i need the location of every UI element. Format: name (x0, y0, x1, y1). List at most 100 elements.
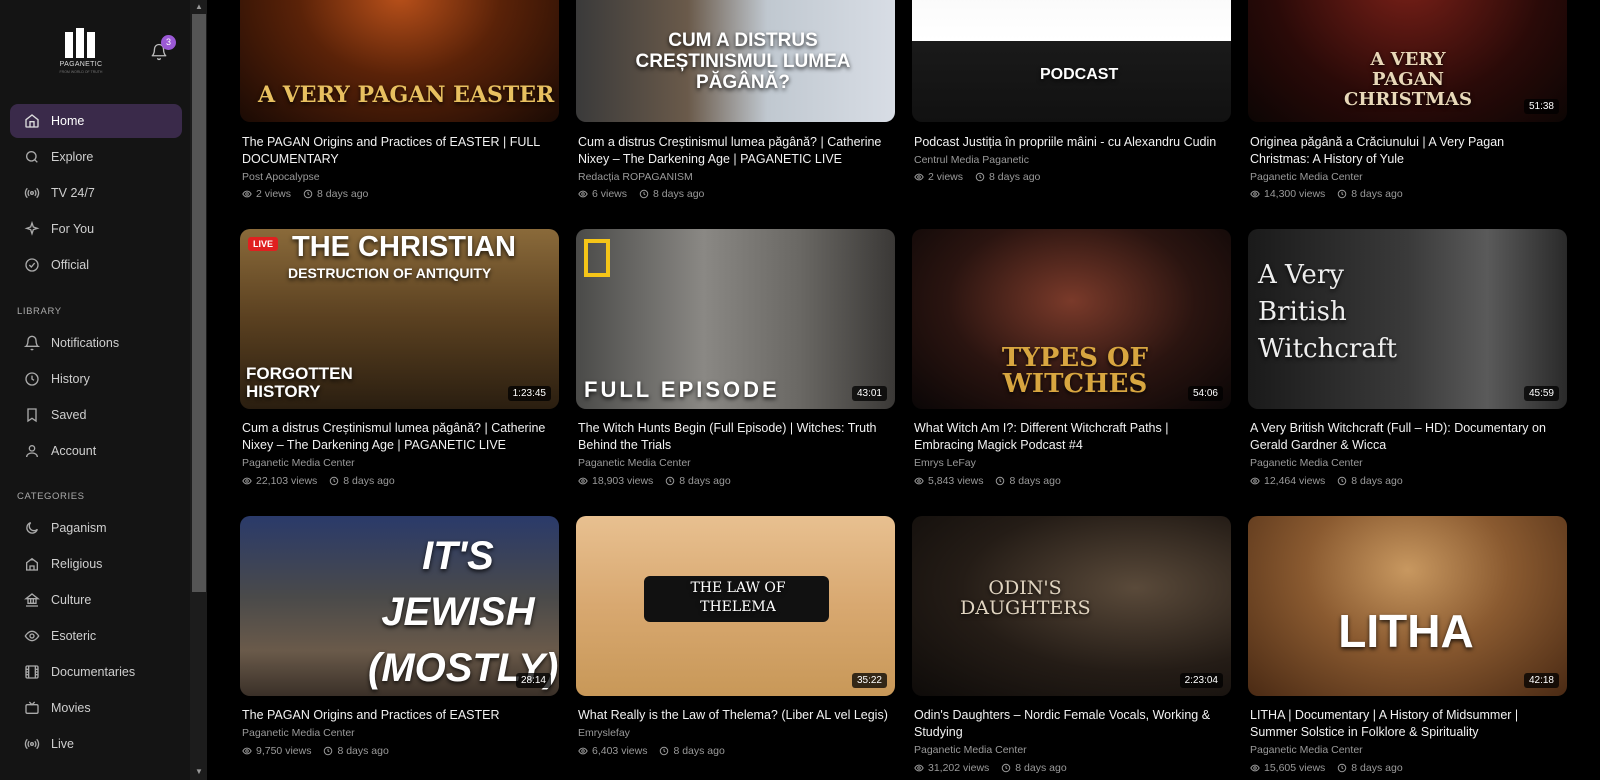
video-title[interactable]: The PAGAN Origins and Practices of EASTE… (242, 707, 558, 724)
channel-name[interactable]: Paganetic Media Center (1250, 744, 1363, 756)
view-count: 2 views (928, 171, 964, 183)
video-thumbnail[interactable]: FULL EPISODE 43:01 (576, 229, 895, 409)
nav-item-history[interactable]: History (10, 362, 182, 396)
clock-icon (996, 476, 1005, 486)
video-title[interactable]: A Very British Witchcraft (Full – HD): D… (1250, 420, 1566, 454)
video-duration: 1:23:45 (507, 386, 551, 401)
upload-age: 8 days ago (1351, 188, 1403, 200)
eye-icon (1250, 477, 1260, 485)
channel-name[interactable]: Paganetic Media Center (1250, 171, 1363, 183)
video-thumbnail[interactable]: IT'S JEWISH (MOSTLY) 28:14 (240, 516, 559, 696)
channel-name[interactable]: Paganetic Media Center (1250, 457, 1363, 469)
eye-icon (242, 190, 252, 198)
video-title[interactable]: What Witch Am I?: Different Witchcraft P… (914, 420, 1230, 454)
video-duration: 45:59 (1523, 386, 1559, 401)
temple-icon (26, 557, 38, 571)
eye-icon (914, 173, 924, 181)
nav-item-culture[interactable]: Culture (10, 583, 182, 617)
video-thumbnail[interactable]: A VERY PAGAN CHRISTMAS 51:38 (1248, 0, 1567, 122)
nav-item-paganism[interactable]: Paganism (10, 511, 182, 545)
video-title[interactable]: Cum a distrus Creștinismul lumea păgână?… (578, 134, 894, 168)
nav-label: Movies (51, 701, 91, 715)
nav-item-religious[interactable]: Religious (10, 547, 182, 581)
eye-icon (24, 630, 40, 642)
nav-label: Account (51, 444, 97, 458)
upload-age: 8 days ago (653, 188, 705, 200)
view-count: 6,403 views (592, 745, 648, 757)
video-title[interactable]: Podcast Justiția în propriile mâini - cu… (914, 134, 1230, 151)
channel-name[interactable]: Centrul Media Paganetic (914, 154, 1029, 166)
nav-label: TV 24/7 (51, 186, 95, 200)
eye-icon (578, 477, 588, 485)
channel-name[interactable]: Emryslefay (578, 727, 630, 739)
video-meta: 6 views 8 days ago (578, 188, 704, 200)
nav-label: Culture (51, 593, 92, 607)
clock-icon (330, 476, 339, 486)
video-meta: 6,403 views 8 days ago (578, 745, 725, 757)
nav-label: For You (51, 222, 95, 236)
channel-name[interactable]: Paganetic Media Center (242, 727, 355, 739)
video-thumbnail[interactable]: A VERY PAGAN EASTER (240, 0, 559, 122)
video-title[interactable]: The PAGAN Origins and Practices of EASTE… (242, 134, 558, 168)
thumbnail-text: PODCAST (1040, 66, 1119, 83)
brand-name: PAGANETIC (59, 61, 103, 68)
video-thumbnail[interactable]: CUM A DISTRUS CREȘTINISMUL LUMEA PĂGÂNĂ? (576, 0, 895, 122)
channel-name[interactable]: Redacția ROPAGANISM (578, 171, 693, 183)
nav-item-home[interactable]: Home (10, 104, 182, 138)
brand-tagline: FROM WORLD OF TRUTH (59, 70, 103, 74)
nav-item-tv[interactable]: TV 24/7 (10, 176, 182, 210)
thumbnail-text: A Very British Witchcraft (1258, 260, 1397, 364)
check-circle-icon (25, 258, 39, 272)
clock-icon (975, 172, 985, 182)
nav-item-live[interactable]: Live (10, 727, 182, 761)
channel-name[interactable]: Emrys LeFay (914, 457, 976, 469)
video-thumbnail[interactable]: LITHA 42:18 (1248, 516, 1567, 696)
broadcast-icon (24, 187, 40, 199)
nav-item-esoteric[interactable]: Esoteric (10, 619, 182, 653)
scrollbar-thumb[interactable] (192, 14, 206, 592)
upload-age: 8 days ago (1009, 475, 1061, 487)
nav-item-explore[interactable]: Explore (10, 140, 182, 174)
video-title[interactable]: The Witch Hunts Begin (Full Episode) | W… (578, 420, 894, 454)
paganetic-logo[interactable]: PAGANETIC FROM WORLD OF TRUTH (58, 28, 104, 74)
video-thumbnail[interactable]: A Very British Witchcraft 45:59 (1248, 229, 1567, 409)
nav-item-account[interactable]: Account (10, 434, 182, 468)
nav-item-documentaries[interactable]: Documentaries (10, 655, 182, 689)
upload-age: 8 days ago (989, 171, 1041, 183)
video-thumbnail[interactable]: PODCAST (912, 0, 1231, 122)
video-thumbnail[interactable]: THE LAW OF THELEMA 35:22 (576, 516, 895, 696)
channel-name[interactable]: Paganetic Media Center (578, 457, 691, 469)
channel-name[interactable]: Paganetic Media Center (914, 744, 1027, 756)
video-thumbnail[interactable]: ODIN'S DAUGHTERS 2:23:04 (912, 516, 1231, 696)
channel-name[interactable]: Paganetic Media Center (242, 457, 355, 469)
nav-item-for-you[interactable]: For You (10, 212, 182, 246)
video-meta: 18,903 views 8 days ago (578, 475, 731, 487)
video-thumbnail[interactable]: LIVE THE CHRISTIAN DESTRUCTION OF ANTIQU… (240, 229, 559, 409)
video-duration: 42:18 (1523, 673, 1559, 688)
eye-icon (914, 764, 924, 772)
view-count: 14,300 views (1264, 188, 1326, 200)
video-title[interactable]: Odin's Daughters – Nordic Female Vocals,… (914, 707, 1230, 741)
video-title[interactable]: Cum a distrus Creștinismul lumea păgână?… (242, 420, 558, 454)
nav-item-official[interactable]: Official (10, 248, 182, 282)
library-heading: LIBRARY (17, 306, 62, 317)
video-title[interactable]: Originea păgână a Crăciunului | A Very P… (1250, 134, 1566, 168)
thumbnail-text: THE CHRISTIAN (292, 231, 516, 263)
channel-logo-icon (584, 239, 610, 277)
video-title[interactable]: LITHA | Documentary | A History of Midsu… (1250, 707, 1566, 741)
view-count: 5,843 views (928, 475, 984, 487)
nav-item-movies[interactable]: Movies (10, 691, 182, 725)
upload-age: 8 days ago (679, 475, 731, 487)
clock-icon (1338, 189, 1347, 199)
scroll-up-icon[interactable]: ▲ (192, 1, 206, 13)
video-title[interactable]: What Really is the Law of Thelema? (Libe… (578, 707, 894, 724)
eye-icon (1250, 190, 1260, 198)
notification-count-badge: 3 (161, 35, 176, 50)
channel-name[interactable]: Post Apocalypse (242, 171, 320, 183)
nav-item-saved[interactable]: Saved (10, 398, 182, 432)
video-thumbnail[interactable]: TYPES OF WITCHES 54:06 (912, 229, 1231, 409)
nav-label: Paganism (51, 521, 107, 535)
nav-item-notifications[interactable]: Notifications (10, 326, 182, 360)
thumbnail-text: CUM A DISTRUS CREȘTINISMUL LUMEA PĂGÂNĂ? (635, 30, 851, 93)
scroll-down-icon[interactable]: ▼ (192, 766, 206, 778)
